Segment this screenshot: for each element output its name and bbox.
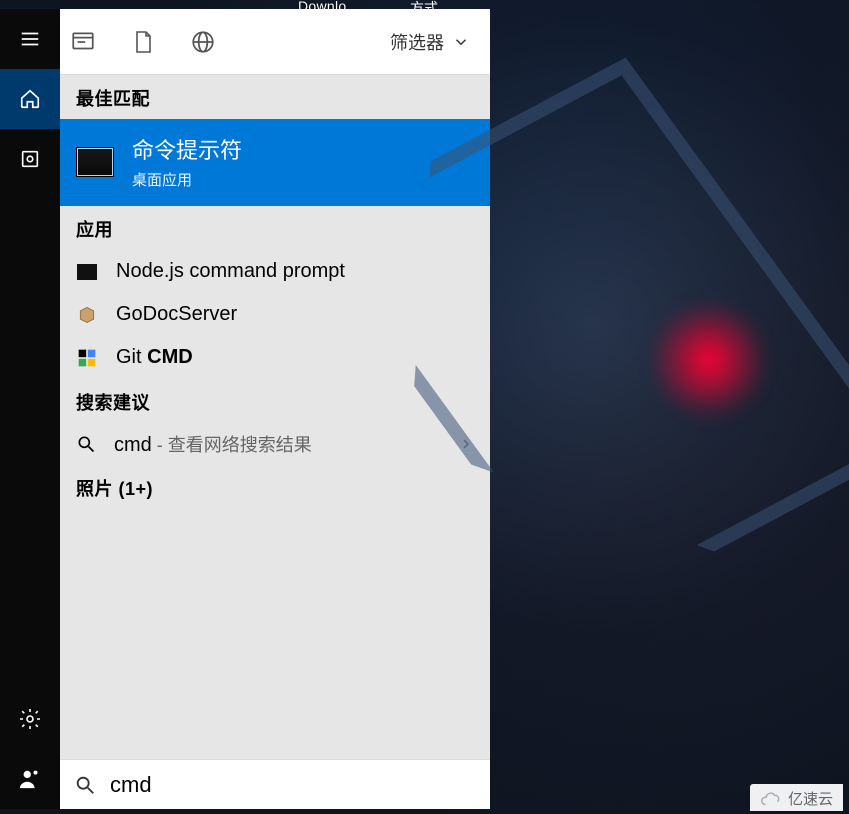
settings-icon — [18, 707, 42, 731]
app-result-gitcmd[interactable]: Git CMD — [60, 336, 490, 379]
home-icon — [19, 88, 41, 110]
search-icon — [74, 774, 96, 796]
watermark: 亿速云 — [750, 784, 843, 811]
cloud-icon — [760, 791, 782, 807]
results-list: 最佳匹配 命令提示符 桌面应用 应用 Node.js command promp… — [60, 75, 490, 759]
recent-icon — [19, 148, 41, 170]
suggestion-query: cmd — [114, 434, 152, 456]
start-rail — [0, 9, 60, 809]
app-result-label: GoDocServer — [116, 303, 237, 326]
hamburger-button[interactable] — [0, 9, 60, 69]
best-match-title: 命令提示符 — [132, 133, 242, 165]
user-button[interactable] — [0, 749, 60, 809]
chevron-right-icon — [458, 436, 474, 452]
app-result-label: Node.js command prompt — [116, 260, 345, 283]
web-scope-icon — [190, 29, 216, 55]
search-icon — [76, 434, 96, 454]
suggestion-aux: - 查看网络搜索结果 — [152, 435, 312, 455]
documents-scope-icon — [131, 29, 155, 55]
search-input[interactable] — [110, 772, 476, 798]
apps-scope-button[interactable] — [70, 29, 96, 55]
home-button[interactable] — [0, 69, 60, 129]
search-results-panel: 筛选器 最佳匹配 命令提示符 桌面应用 应用 — [60, 9, 490, 809]
git-icon — [76, 347, 98, 369]
watermark-text: 亿速云 — [788, 788, 833, 809]
apps-scope-icon — [70, 29, 96, 55]
best-match-subtitle: 桌面应用 — [132, 169, 242, 190]
cmd-icon — [76, 147, 114, 177]
hamburger-icon — [19, 28, 41, 50]
start-search-panel: 筛选器 最佳匹配 命令提示符 桌面应用 应用 — [0, 9, 490, 809]
desktop-background: Downlo... 方式 — [0, 0, 849, 814]
section-best-match: 最佳匹配 — [60, 75, 490, 119]
web-scope-button[interactable] — [190, 29, 216, 55]
section-apps: 应用 — [60, 206, 490, 250]
terminal-icon — [76, 261, 98, 283]
recent-button[interactable] — [0, 129, 60, 189]
filter-dropdown[interactable]: 筛选器 — [390, 29, 470, 55]
section-photos[interactable]: 照片 (1+) — [60, 465, 490, 509]
best-match-item[interactable]: 命令提示符 桌面应用 — [60, 119, 490, 206]
package-icon — [76, 304, 98, 326]
search-scope-bar: 筛选器 — [60, 9, 490, 75]
filter-label: 筛选器 — [390, 29, 444, 55]
search-bar[interactable] — [60, 759, 490, 809]
app-result-godocserver[interactable]: GoDocServer — [60, 293, 490, 336]
documents-scope-button[interactable] — [130, 29, 156, 55]
web-suggestion[interactable]: cmd - 查看网络搜索结果 — [60, 423, 490, 465]
app-result-nodejs[interactable]: Node.js command prompt — [60, 250, 490, 293]
chevron-down-icon — [452, 33, 470, 51]
user-icon — [19, 768, 41, 790]
settings-button[interactable] — [0, 689, 60, 749]
section-suggestions: 搜索建议 — [60, 379, 490, 423]
app-result-label: Git CMD — [116, 346, 193, 369]
